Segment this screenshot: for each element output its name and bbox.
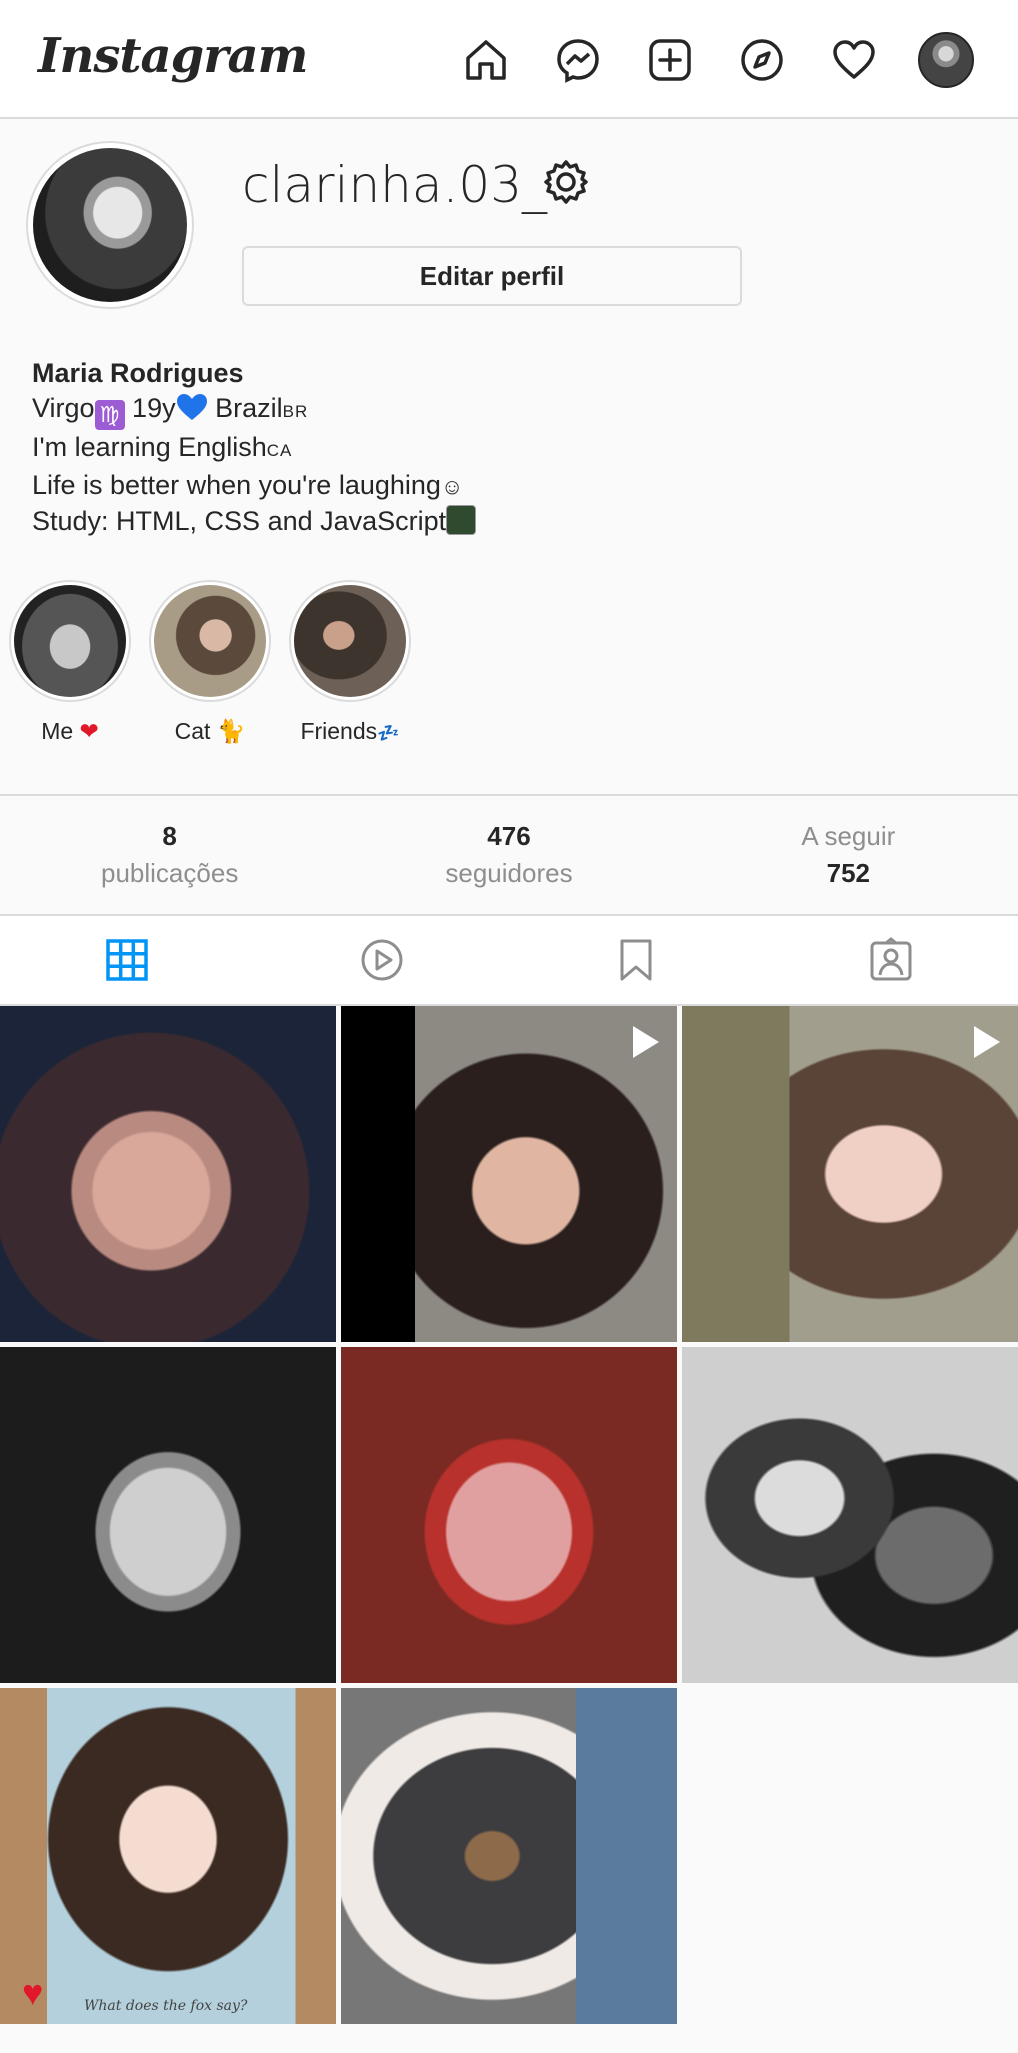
bio-text: Life is better when you're laughing [32,470,441,500]
sleep-icon: 💤 [377,723,400,743]
highlight-ring [149,580,271,702]
virgo-icon: ♍ [94,400,125,430]
profile-photo [33,148,187,302]
following-count: 752 [826,858,871,888]
profile-picture[interactable] [26,141,194,309]
explore-icon[interactable] [716,30,808,90]
story-highlights: Me ❤ Cat 🐈 Friends💤 [9,580,411,745]
bio-text: 19y [124,393,176,423]
full-name: Maria Rodrigues [32,358,244,388]
bio-text: Virgo [32,393,95,423]
posts-count: 8 [162,821,177,851]
post-thumbnail[interactable] [682,1347,1018,1683]
bio-line-1: Virgo ♍ 19y BrazilBR [32,391,476,430]
post-thumbnail[interactable] [341,1688,677,2024]
tagged-user-icon [870,937,912,981]
bookmark-icon [620,939,652,981]
profile-tabs [0,916,1018,1006]
activity-heart-icon[interactable] [808,30,900,90]
blue-heart-icon [176,394,207,420]
profile-bio: Maria Rodrigues Virgo ♍ 19y BrazilBR I'm … [32,356,477,539]
edit-profile-button[interactable]: Editar perfil [242,246,742,306]
followers-label: seguidores [445,858,573,888]
grid-icon [106,939,148,981]
highlight-label: Me ❤ [41,718,99,744]
reels-tab[interactable] [255,916,510,1004]
nav-icons [440,30,992,90]
smiley-icon: ☺ [440,474,464,499]
messenger-icon[interactable] [532,30,624,90]
post-thumbnail[interactable] [341,1006,677,1342]
profile-stats: 8 publicações 476 seguidores A seguir 75… [0,794,1018,916]
posts-grid-tab[interactable] [0,916,255,1004]
posts-stat: 8 publicações [0,796,339,914]
heart-icon: ❤ [79,718,99,744]
bio-line-4: Study: HTML, CSS and JavaScript [32,504,477,539]
followers-stat[interactable]: 476 seguidores [339,796,678,914]
highlight-ring [9,580,131,702]
canada-flag-icon: CA [266,441,293,460]
bio-line-2: I'm learning EnglishCA [32,430,476,468]
highlight-cat[interactable]: Cat 🐈 [149,580,271,745]
post-thumbnail[interactable] [341,1347,677,1683]
new-post-icon[interactable] [624,30,716,90]
play-circle-icon [361,939,403,981]
following-label: A seguir [801,821,896,851]
highlight-label: Friends💤 [300,718,400,744]
highlight-friends[interactable]: Friends💤 [289,580,411,745]
highlight-cover [14,585,126,697]
bio-text: Brazil [207,393,283,423]
username: clarinha.03_ [242,156,548,214]
highlight-me[interactable]: Me ❤ [9,580,131,745]
saved-tab[interactable] [509,916,764,1004]
reel-play-icon [633,1026,659,1058]
posts-grid: ♥ What does the fox say? [0,1006,1018,2024]
settings-icon[interactable] [542,158,590,206]
post-thumbnail[interactable] [0,1006,336,1342]
post-thumbnail[interactable] [0,1347,336,1683]
post-thumbnail[interactable] [682,1006,1018,1342]
followers-count: 476 [487,821,531,851]
photo-caption-text: What does the fox say? [84,1998,248,2014]
top-navigation-bar: Instagram [0,0,1018,119]
instagram-logo[interactable]: Instagram [38,28,308,84]
bio-text: Study: HTML, CSS and JavaScript [32,506,447,536]
following-stat[interactable]: A seguir 752 [679,796,1018,914]
posts-label: publicações [101,858,239,888]
avatar [918,32,974,88]
highlight-cover [154,585,266,697]
cat-icon: 🐈 [216,718,246,744]
tagged-tab[interactable] [764,916,1018,1004]
brazil-flag-icon: BR [282,402,309,421]
reel-play-icon [974,1026,1000,1058]
bio-line-3: Life is better when you're laughing☺ [32,468,476,504]
highlight-ring [289,580,411,702]
bio-text: I'm learning English [32,432,267,462]
highlight-label: Cat 🐈 [174,718,246,744]
profile-avatar[interactable] [900,30,992,90]
highlight-cover [294,585,406,697]
coding-emoji-icon [446,505,477,535]
home-icon[interactable] [440,30,532,90]
heart-icon: ♥ [22,1972,44,2013]
post-thumbnail[interactable]: ♥ What does the fox say? [0,1688,336,2024]
